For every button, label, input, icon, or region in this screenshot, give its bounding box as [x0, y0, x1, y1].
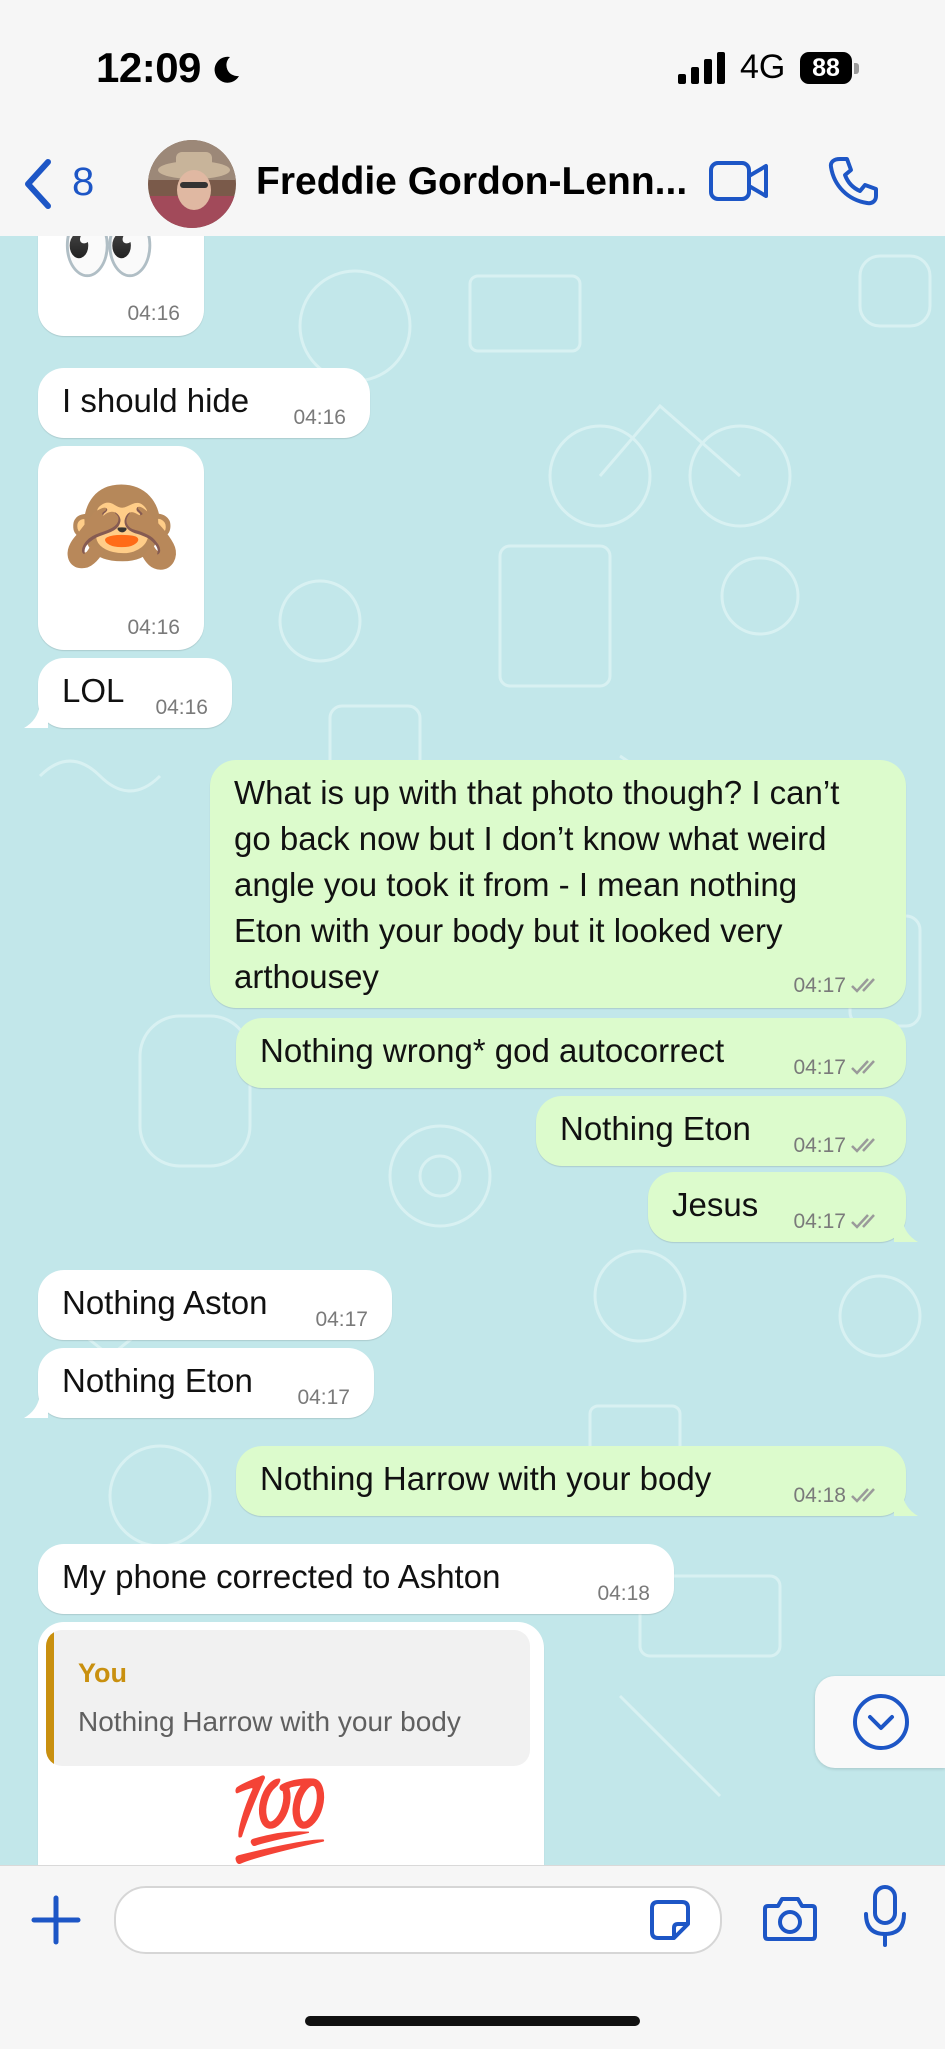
- message-emoji: 👀: [60, 236, 158, 289]
- message-input[interactable]: [114, 1886, 722, 1954]
- message-emoji: 💯: [230, 1775, 330, 1864]
- message-time: 04:17: [315, 1308, 368, 1331]
- phone-call-icon[interactable]: [826, 154, 880, 208]
- battery-level: 88: [800, 52, 852, 84]
- microphone-icon[interactable]: [862, 1884, 908, 1948]
- message-time: 04:16: [127, 616, 180, 639]
- outgoing-message[interactable]: Nothing Eton 04:17: [536, 1096, 906, 1166]
- outgoing-message[interactable]: What is up with that photo though? I can…: [210, 760, 906, 1008]
- video-call-icon[interactable]: [708, 158, 770, 204]
- message-line: go back now but I don’t know what weird: [234, 820, 827, 857]
- message-time: 04:16: [155, 696, 208, 719]
- message-time: 04:17: [793, 974, 846, 997]
- message-text: Jesus: [672, 1186, 759, 1223]
- message-time: 04:18: [793, 1484, 846, 1507]
- outgoing-message[interactable]: Jesus 04:17: [648, 1172, 906, 1242]
- moon-icon: [214, 56, 239, 83]
- message-time: 04:17: [793, 1056, 846, 1079]
- message-line: Eton with your body but it looked very: [234, 912, 783, 949]
- signal-strength-icon: [678, 52, 725, 84]
- message-text: Nothing wrong* god autocorrect: [260, 1032, 725, 1069]
- message-time: 04:16: [127, 302, 180, 325]
- read-receipt-icon: [851, 978, 875, 993]
- chat-area[interactable]: 👀 04:16 I should hide 04:16 🙈 04:16 LOL …: [0, 236, 945, 1865]
- outgoing-message[interactable]: Nothing Harrow with your body 04:18: [236, 1446, 906, 1516]
- message-time: 04:17: [793, 1134, 846, 1157]
- message-text: I should hide: [62, 382, 250, 419]
- message-text: Nothing Eton: [62, 1362, 253, 1399]
- message-text: My phone corrected to Ashton: [62, 1558, 501, 1595]
- scroll-to-bottom-button[interactable]: [815, 1676, 945, 1768]
- battery-tip: [854, 63, 859, 74]
- message-line: angle you took it from - I mean nothing: [234, 866, 798, 903]
- chevron-down-circle-icon: [853, 1694, 909, 1750]
- sticker-icon[interactable]: [648, 1898, 692, 1942]
- unread-count[interactable]: 8: [72, 160, 94, 205]
- message-text: What is up with that photo though? I can…: [234, 770, 839, 1000]
- incoming-emoji-message[interactable]: 👀 04:16: [38, 236, 204, 336]
- contact-name[interactable]: Freddie Gordon-Lenn...: [256, 160, 686, 204]
- message-line: What is up with that photo though? I can…: [234, 774, 840, 811]
- incoming-message[interactable]: Nothing Aston 04:17: [38, 1270, 392, 1340]
- status-bar: 12:09 4G 88: [0, 0, 945, 140]
- quote-accent-bar: [46, 1630, 54, 1766]
- incoming-message[interactable]: I should hide 04:16: [38, 368, 370, 438]
- incoming-message[interactable]: Nothing Eton 04:17: [38, 1348, 374, 1418]
- home-indicator[interactable]: [305, 2016, 640, 2026]
- message-text: Nothing Harrow with your body: [260, 1460, 712, 1497]
- back-chevron-icon[interactable]: [18, 156, 58, 212]
- message-time: 04:18: [597, 1582, 650, 1605]
- message-text: Nothing Eton: [560, 1110, 751, 1147]
- incoming-message[interactable]: My phone corrected to Ashton 04:18: [38, 1544, 674, 1614]
- battery-icon: 88: [800, 52, 860, 86]
- bubble-tail: [24, 1394, 48, 1418]
- incoming-message[interactable]: LOL 04:16: [38, 658, 232, 728]
- status-time: 12:09: [96, 44, 201, 91]
- bubble-tail: [894, 1492, 918, 1516]
- message-text: LOL: [62, 672, 125, 709]
- chat-header: 8 Freddie Gordon-Lenn...: [0, 140, 945, 237]
- incoming-reply-message[interactable]: You Nothing Harrow with your body 💯: [38, 1622, 544, 1865]
- message-line: arthousey: [234, 958, 379, 995]
- message-time: 04:17: [793, 1210, 846, 1233]
- message-emoji: 🙈: [62, 472, 182, 579]
- quoted-message[interactable]: You Nothing Harrow with your body: [46, 1630, 530, 1766]
- bubble-tail: [24, 704, 48, 728]
- camera-icon[interactable]: [762, 1890, 818, 1946]
- read-receipt-icon: [851, 1060, 875, 1075]
- read-receipt-icon: [851, 1214, 875, 1229]
- bubble-tail: [894, 1218, 918, 1242]
- message-text: Nothing Aston: [62, 1284, 268, 1321]
- contact-avatar[interactable]: [148, 140, 236, 228]
- quote-author: You: [78, 1658, 127, 1688]
- read-receipt-icon: [851, 1488, 875, 1503]
- avatar-photo: [148, 140, 236, 228]
- read-receipt-icon: [851, 1138, 875, 1153]
- message-time: 04:17: [297, 1386, 350, 1409]
- outgoing-message[interactable]: Nothing wrong* god autocorrect 04:17: [236, 1018, 906, 1088]
- message-time: 04:16: [293, 406, 346, 429]
- plus-icon[interactable]: [30, 1894, 82, 1946]
- quote-text: Nothing Harrow with your body: [78, 1706, 461, 1737]
- network-type: 4G: [740, 48, 786, 86]
- incoming-emoji-message[interactable]: 🙈 04:16: [38, 446, 204, 650]
